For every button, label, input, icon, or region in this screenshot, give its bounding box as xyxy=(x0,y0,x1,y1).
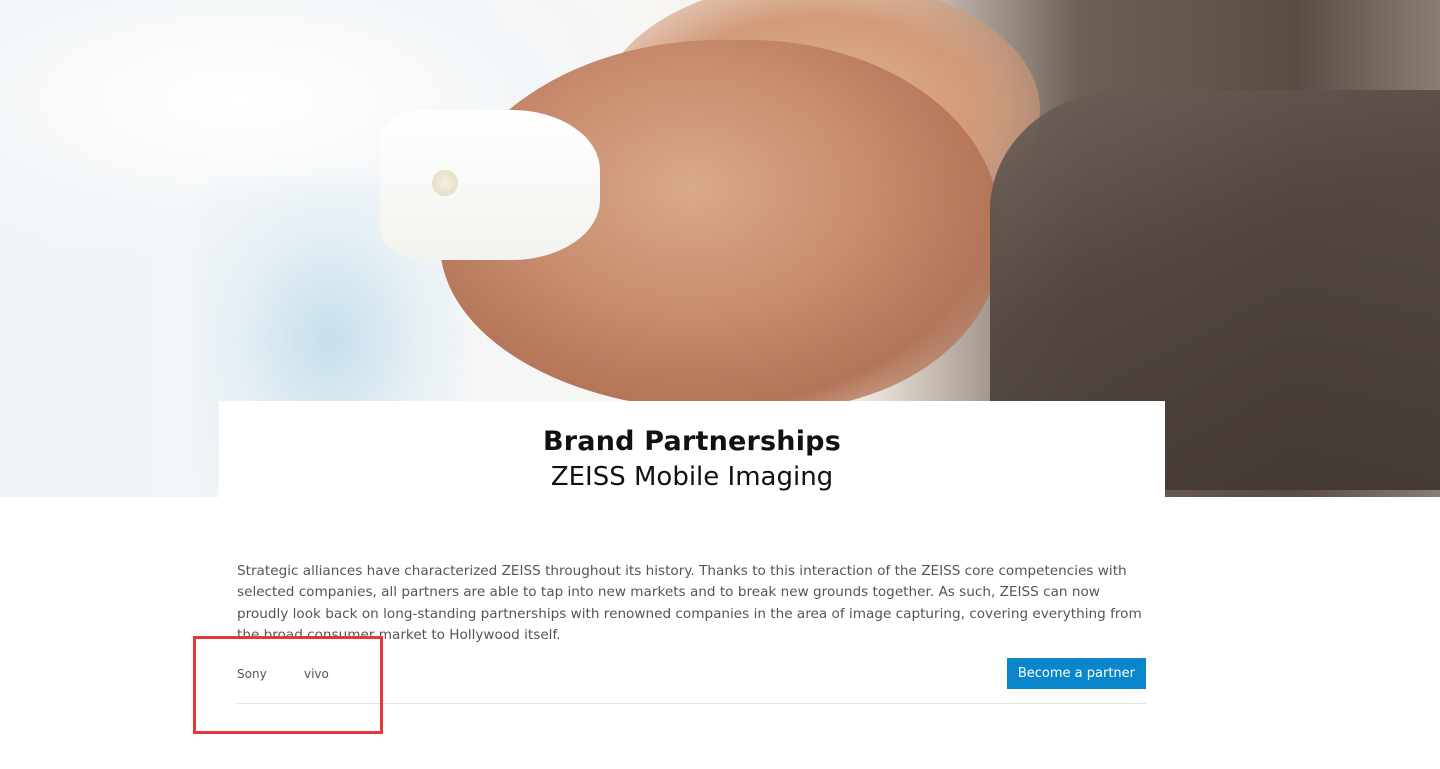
title-card: Brand Partnerships ZEISS Mobile Imaging xyxy=(219,401,1165,497)
partner-tabs: Sony vivo Become a partner xyxy=(237,656,1146,704)
tab-vivo[interactable]: vivo xyxy=(304,667,329,681)
become-partner-button[interactable]: Become a partner xyxy=(1006,658,1146,689)
page: Brand Partnerships ZEISS Mobile Imaging … xyxy=(0,0,1440,769)
hero-shirt-cuff xyxy=(380,110,600,260)
hero-cuff-button xyxy=(432,170,458,196)
page-title: Brand Partnerships xyxy=(543,426,841,457)
intro-paragraph: Strategic alliances have characterized Z… xyxy=(237,562,1142,644)
tab-sony[interactable]: Sony xyxy=(237,667,267,681)
page-subtitle: ZEISS Mobile Imaging xyxy=(550,462,834,492)
